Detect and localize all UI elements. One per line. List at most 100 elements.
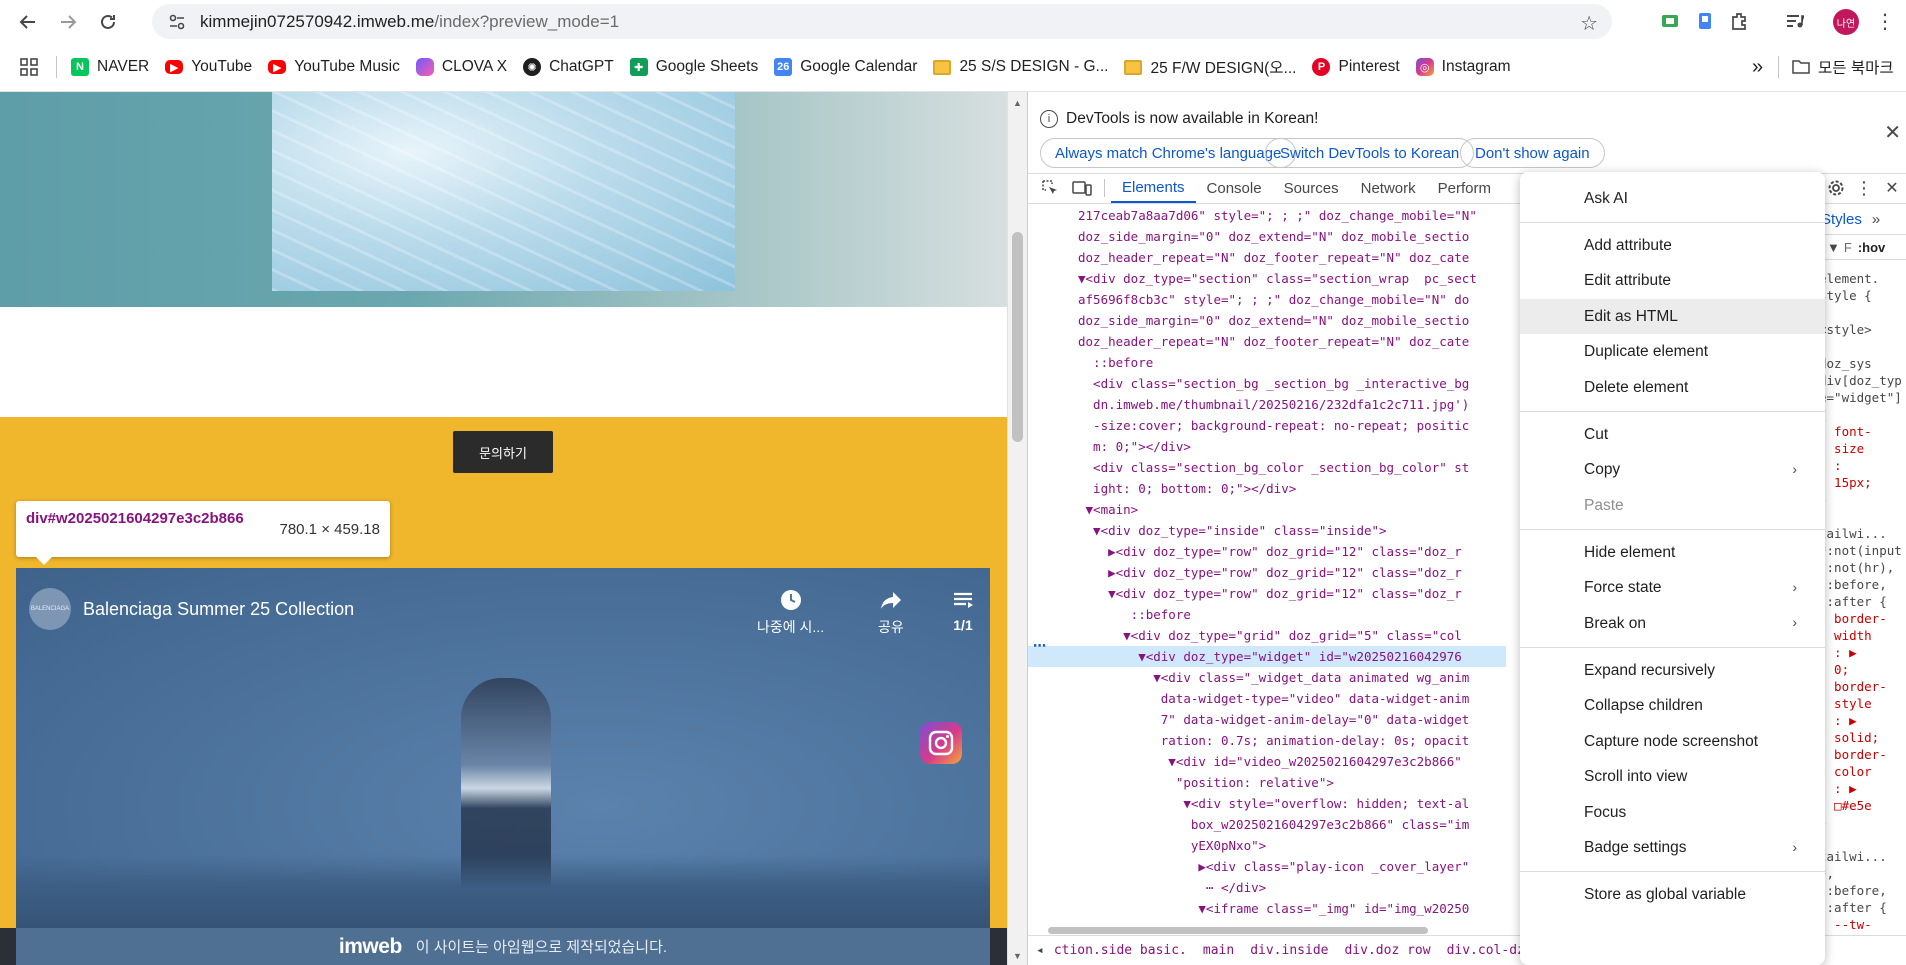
bookmark-youtube-music[interactable]: ▶ YouTube Music (260, 52, 408, 82)
menu-item-copy[interactable]: Copy › (1520, 453, 1825, 488)
scroll-thumb[interactable] (1048, 927, 1428, 934)
site-settings-icon[interactable] (160, 13, 194, 31)
dom-node-line[interactable]: 7" data-widget-anim-delay="0" data-widge… (1028, 709, 1506, 730)
bookmark-folder-fw-design[interactable]: 25 F/W DESIGN(오... (1116, 52, 1304, 82)
extension-icon[interactable] (1690, 6, 1720, 36)
menu-item-cut[interactable]: Cut (1520, 417, 1825, 452)
always-match-language-button[interactable]: Always match Chrome's language (1040, 138, 1297, 168)
dom-node-line[interactable]: ration: 0.7s; animation-delay: 0s; opaci… (1028, 730, 1506, 751)
breadcrumb-item[interactable]: main (1203, 943, 1234, 958)
inquiry-button[interactable]: 문의하기 (453, 431, 553, 473)
bookmark-google-calendar[interactable]: 26 Google Calendar (766, 52, 925, 82)
watch-later-button[interactable]: 나중에 시... (757, 588, 824, 637)
dom-node-line[interactable]: doz_side_margin="0" doz_extend="N" doz_m… (1028, 226, 1506, 247)
dom-node-line[interactable]: <div class="section_bg _section_bg _inte… (1028, 373, 1506, 394)
dom-node-line[interactable]: ▼<div doz_type="inside" class="inside"> (1028, 520, 1506, 541)
dom-node-line[interactable]: data-widget-type="video" data-widget-ani… (1028, 688, 1506, 709)
scroll-thumb[interactable] (1012, 232, 1023, 442)
more-bookmarks-icon[interactable]: » (1744, 52, 1771, 82)
bookmark-folder-ss-design[interactable]: 25 S/S DESIGN - G... (925, 52, 1116, 82)
switch-to-korean-button[interactable]: Switch DevTools to Korean (1265, 138, 1475, 168)
playlist-button[interactable]: 1/1 (951, 588, 975, 633)
device-toolbar-icon[interactable] (1066, 173, 1098, 203)
dom-node-line[interactable]: dn.imweb.me/thumbnail/20250216/232dfa1c2… (1028, 394, 1506, 415)
filter-icon[interactable]: ▼ (1827, 240, 1840, 255)
menu-item-collapse-children[interactable]: Collapse children (1520, 689, 1825, 724)
media-control-icon[interactable] (1780, 6, 1810, 36)
bookmark-clova-x[interactable]: CLOVA X (408, 52, 515, 82)
dom-node-line[interactable]: ▼<main> (1028, 499, 1506, 520)
dom-node-line[interactable]: ▶<div doz_type="row" doz_grid="12" class… (1028, 541, 1506, 562)
bookmark-chatgpt[interactable]: ✺ ChatGPT (515, 52, 622, 82)
forward-icon[interactable] (50, 4, 86, 40)
chrome-menu-icon[interactable]: ⋮ (1870, 6, 1900, 36)
more-tabs-icon[interactable]: » (1872, 211, 1880, 228)
dom-node-line[interactable]: ight: 0; bottom: 0;"></div> (1028, 478, 1506, 499)
elements-horizontal-scrollbar[interactable] (1028, 925, 1506, 935)
tab-sources[interactable]: Sources (1273, 173, 1350, 203)
extensions-puzzle-icon[interactable] (1724, 6, 1754, 36)
inspect-element-icon[interactable] (1034, 173, 1066, 203)
video-title[interactable]: Balenciaga Summer 25 Collection (83, 599, 354, 620)
selected-node-ellipsis-icon[interactable]: ⋯ (1033, 638, 1046, 654)
dom-node-line[interactable]: ▼<iframe class="_img" id="img_w20250 (1028, 898, 1506, 919)
breadcrumb-item[interactable]: ction.side basic. (1054, 943, 1187, 958)
hover-state-toggle[interactable]: :hov (1858, 240, 1885, 255)
scroll-up-icon[interactable]: ▲ (1013, 98, 1022, 108)
menu-item-scroll-into-view[interactable]: Scroll into view (1520, 760, 1825, 795)
bookmark-instagram[interactable]: ◎ Instagram (1408, 52, 1519, 82)
menu-item-duplicate-element[interactable]: Duplicate element (1520, 335, 1825, 370)
imweb-banner[interactable]: imweb 이 사이트는 아임웹으로 제작되었습니다. (16, 928, 990, 965)
tab-performance[interactable]: Perform (1427, 173, 1502, 203)
dom-node-line[interactable]: ▶<div doz_type="row" doz_grid="12" class… (1028, 562, 1506, 583)
bookmark-pinterest[interactable]: P Pinterest (1304, 52, 1407, 82)
apps-grid-icon[interactable] (16, 52, 50, 82)
menu-item-force-state[interactable]: Force state › (1520, 571, 1825, 606)
dont-show-again-button[interactable]: Don't show again (1460, 138, 1605, 168)
breadcrumb-item[interactable]: div.doz row (1344, 943, 1430, 958)
menu-item-add-attribute[interactable]: Add attribute (1520, 228, 1825, 263)
video-embed[interactable]: BALENCIAGA Balenciaga Summer 25 Collecti… (16, 568, 990, 965)
tab-network[interactable]: Network (1350, 173, 1427, 203)
dom-node-line[interactable]: doz_side_margin="0" doz_extend="N" doz_m… (1028, 310, 1506, 331)
tab-styles[interactable]: Styles (1821, 211, 1862, 228)
dom-node-line[interactable]: ::before (1028, 352, 1506, 373)
menu-item-edit-as-html[interactable]: Edit as HTML (1520, 299, 1825, 334)
page-scrollbar[interactable]: ▲ ▼ (1007, 92, 1027, 965)
back-icon[interactable] (10, 4, 46, 40)
menu-item-edit-attribute[interactable]: Edit attribute (1520, 264, 1825, 299)
dom-node-line[interactable]: "position: relative"> (1028, 772, 1506, 793)
address-bar[interactable]: kimmejin072570942.imweb.me/index?preview… (152, 4, 1612, 39)
share-button[interactable]: 공유 (878, 588, 904, 637)
menu-item-expand-recursively[interactable]: Expand recursively (1520, 653, 1825, 688)
menu-item-delete-element[interactable]: Delete element (1520, 370, 1825, 405)
bookmark-star-icon[interactable]: ☆ (1580, 11, 1598, 36)
menu-item-badge-settings[interactable]: Badge settings › (1520, 831, 1825, 866)
breadcrumb-scroll-left-icon[interactable]: ◂ (1036, 943, 1044, 958)
dom-node-line[interactable]: ▼<div class="_widget_data animated wg_an… (1028, 667, 1506, 688)
dom-node-line[interactable]: -size:cover; background-repeat: no-repea… (1028, 415, 1506, 436)
screen-cast-icon[interactable] (1655, 6, 1685, 36)
dom-node-line[interactable]: ▶<div class="play-icon _cover_layer" (1028, 856, 1506, 877)
elements-dom-tree[interactable]: 217ceab7a8aa7d06" style="; ; ;" doz_chan… (1028, 205, 1506, 935)
dom-node-line[interactable]: m: 0;"></div> (1028, 436, 1506, 457)
channel-avatar[interactable]: BALENCIAGA (29, 588, 71, 630)
menu-item-store-as-global-variable[interactable]: Store as global variable (1520, 878, 1825, 913)
styles-filter-bar[interactable]: ▼ F :hov (1815, 234, 1906, 260)
dom-node-line[interactable]: ::before (1028, 604, 1506, 625)
dom-node-line[interactable]: ▼<div id="video_w2025021604297e3c2b866" (1028, 751, 1506, 772)
close-devtools-icon[interactable]: ✕ (1876, 173, 1906, 203)
menu-item-focus[interactable]: Focus (1520, 795, 1825, 830)
menu-item-capture-node-screenshot[interactable]: Capture node screenshot (1520, 724, 1825, 759)
dom-node-selected[interactable]: ▼<div doz_type="widget" id="w20250216042… (1028, 646, 1506, 667)
reload-icon[interactable] (90, 4, 126, 40)
scroll-down-icon[interactable]: ▼ (1013, 951, 1022, 961)
menu-item-break-on[interactable]: Break on › (1520, 606, 1825, 641)
dom-node-line[interactable]: ▼<div style="overflow: hidden; text-al (1028, 793, 1506, 814)
dom-node-line[interactable]: box_w2025021604297e3c2b866" class="im (1028, 814, 1506, 835)
instagram-floating-icon[interactable] (920, 722, 962, 764)
dom-node-line[interactable]: doz_header_repeat="N" doz_footer_repeat=… (1028, 331, 1506, 352)
profile-avatar[interactable]: 나연 (1833, 9, 1859, 35)
dom-node-line[interactable]: yEX0pNxo"> (1028, 835, 1506, 856)
styles-filter-input[interactable]: F (1844, 240, 1852, 255)
